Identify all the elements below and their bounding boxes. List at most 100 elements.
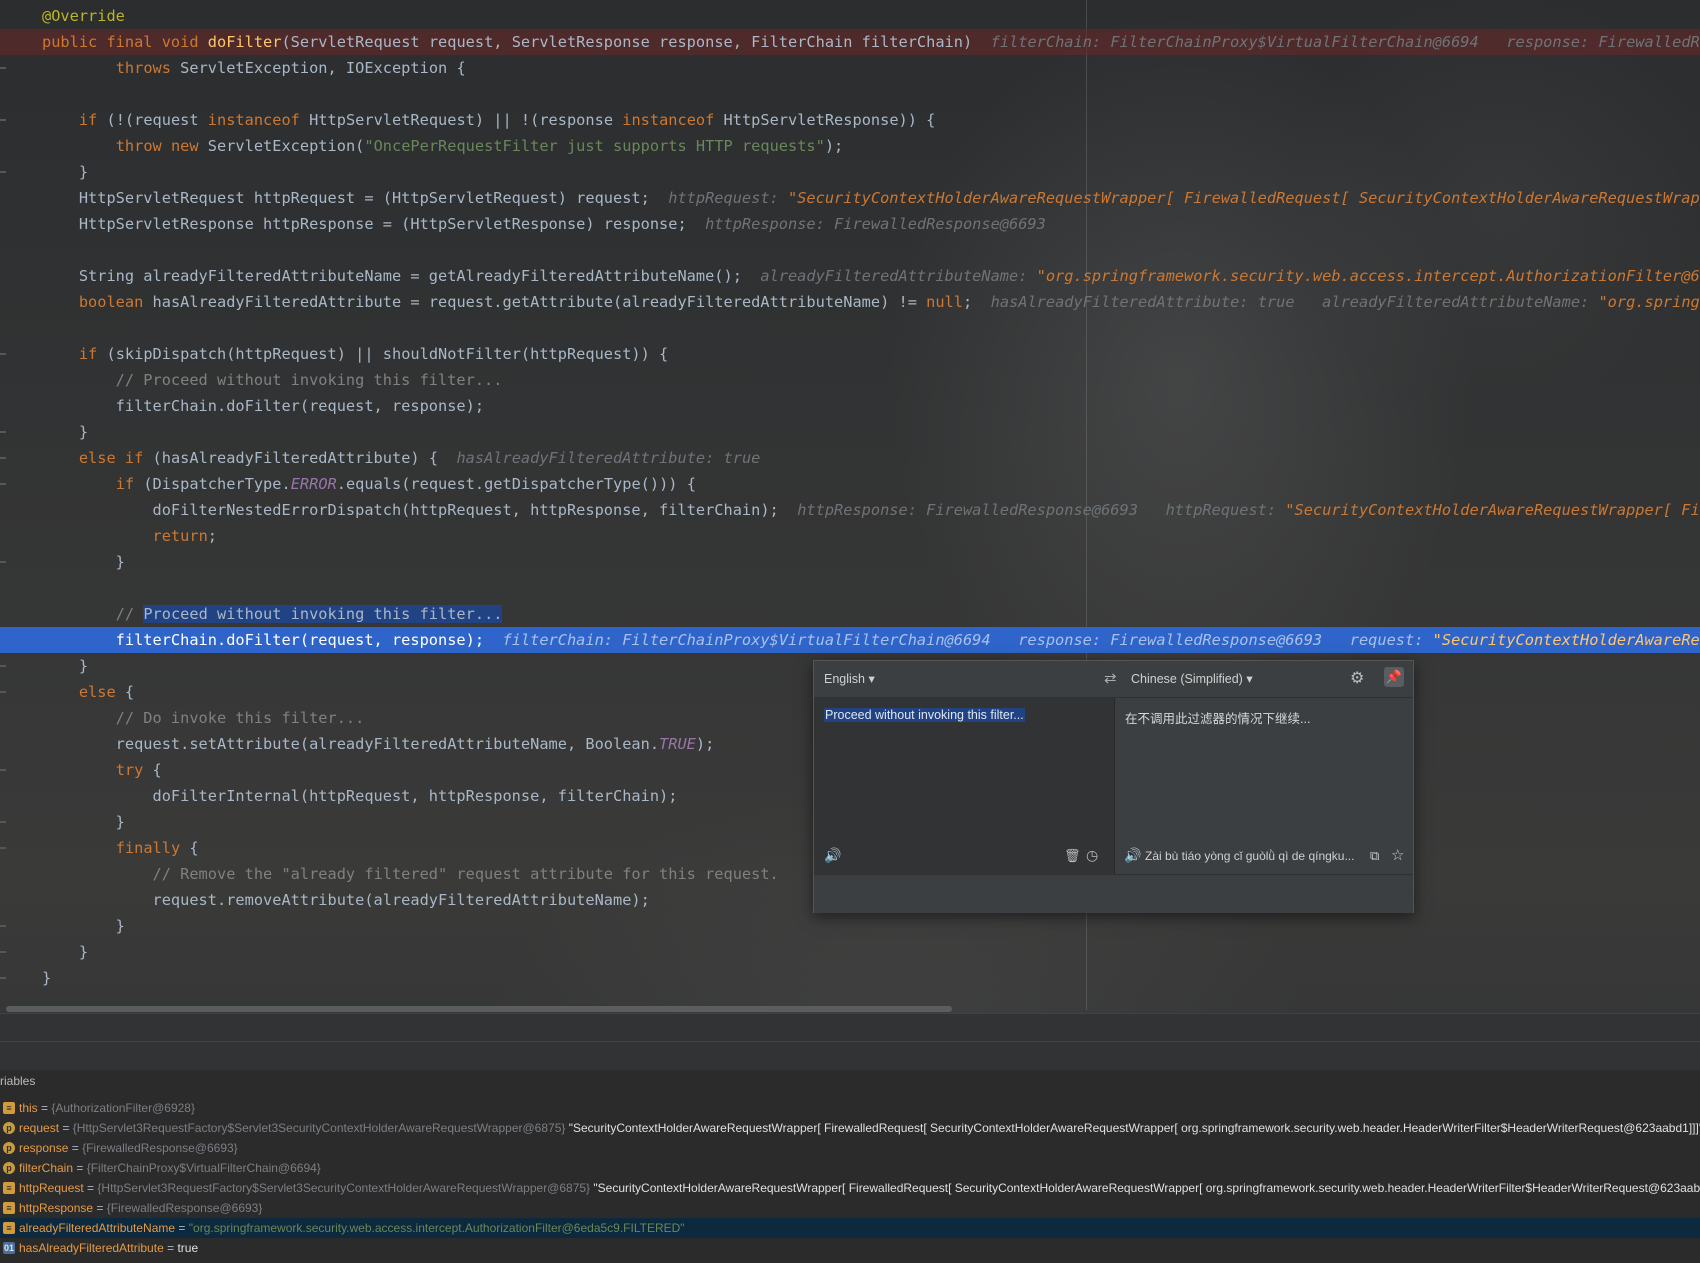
code-token: doFilter [207, 33, 282, 51]
fold-marker[interactable] [0, 171, 6, 173]
fold-marker[interactable] [0, 119, 6, 121]
code-line-text: if (skipDispatch(httpRequest) || shouldN… [42, 341, 668, 367]
trash-icon[interactable]: 🗑 [1064, 848, 1081, 864]
history-icon[interactable]: ◷ [1086, 847, 1098, 864]
source-text-area[interactable]: Proceed without invoking this filter... … [814, 698, 1115, 874]
code-token: if [78, 345, 107, 363]
variable-row[interactable]: p filterChain = {FilterChainProxy$Virtual… [0, 1158, 1700, 1178]
code-line[interactable] [0, 575, 1700, 601]
copy-icon[interactable]: ⧉ [1370, 848, 1379, 864]
code-line[interactable]: } [0, 913, 1700, 939]
code-line[interactable]: } [0, 549, 1700, 575]
code-line[interactable]: HttpServletRequest httpRequest = (HttpSe… [0, 185, 1700, 211]
code-token: } [42, 553, 125, 571]
variable-text: this = {AuthorizationFilter@6928} [19, 1098, 195, 1118]
fold-marker[interactable] [0, 821, 6, 823]
code-token: // Proceed without invoking this filter.… [42, 371, 503, 389]
code-line-text: } [42, 159, 88, 185]
code-line-text: if (DispatcherType.ERROR.equals(request.… [42, 471, 696, 497]
code-line[interactable] [0, 81, 1700, 107]
code-line[interactable]: filterChain.doFilter(request, response); [0, 393, 1700, 419]
code-line[interactable]: } [0, 419, 1700, 445]
field-variable-icon: ≡ [3, 1202, 15, 1214]
code-line[interactable]: filterChain.doFilter(request, response);… [0, 627, 1700, 653]
code-line[interactable]: throws ServletException, IOException { [0, 55, 1700, 81]
variable-row[interactable]: p request = {HttpServlet3RequestFactory$S… [0, 1118, 1700, 1138]
variable-row[interactable]: ≡ httpResponse = {FirewalledResponse@6693… [0, 1198, 1700, 1218]
horizontal-scrollbar[interactable] [0, 1003, 1700, 1013]
variables-panel: riables ≡ this = {AuthorizationFilter@692… [0, 1070, 1700, 1263]
pinyin-text: Zài bù tiáo yòng cǐ guòlǜ qì de qíngku..… [1145, 849, 1355, 863]
horizontal-scrollbar-thumb[interactable] [6, 1006, 952, 1012]
code-line[interactable]: } [0, 965, 1700, 991]
fold-marker[interactable] [0, 951, 6, 953]
code-token: // [42, 605, 144, 623]
fold-marker[interactable] [0, 925, 6, 927]
variable-row[interactable]: 01 hasAlreadyFilteredAttribute = true [0, 1238, 1700, 1258]
star-icon[interactable]: ☆ [1391, 846, 1404, 864]
fold-marker[interactable] [0, 67, 6, 69]
source-language-label: English [824, 672, 865, 686]
code-line[interactable]: } [0, 159, 1700, 185]
fold-marker[interactable] [0, 691, 6, 693]
code-line[interactable] [0, 237, 1700, 263]
fold-marker[interactable] [0, 353, 6, 355]
translation-result-area: 在不调用此过滤器的情况下继续... 🔊 Zài bù tiáo yòng cǐ … [1115, 698, 1413, 874]
code-line[interactable]: if (!(request instanceof HttpServletRequ… [0, 107, 1700, 133]
code-line[interactable] [0, 315, 1700, 341]
code-token: null [926, 293, 963, 311]
code-line[interactable]: doFilterNestedErrorDispatch(httpRequest,… [0, 497, 1700, 523]
variable-reference: {FirewalledResponse@6693} [82, 1141, 238, 1155]
code-token: ServletException( [207, 137, 365, 155]
code-line[interactable]: } [0, 939, 1700, 965]
target-language-select[interactable]: Chinese (Simplified) ▾ [1131, 671, 1253, 686]
code-line[interactable]: @Override [0, 3, 1700, 29]
source-language-select[interactable]: English ▾ [824, 671, 875, 686]
code-line-text: @Override [42, 3, 125, 29]
inline-debug-value: hasAlreadyFilteredAttribute: true alread… [990, 293, 1599, 311]
equals-sign: = [37, 1101, 52, 1115]
fold-marker[interactable] [0, 431, 6, 433]
variable-row[interactable]: ≡ alreadyFilteredAttributeName = "org.spr… [0, 1218, 1700, 1238]
gear-icon[interactable]: ⚙ [1350, 668, 1364, 688]
code-line[interactable]: boolean hasAlreadyFilteredAttribute = re… [0, 289, 1700, 315]
code-token: } [42, 163, 89, 181]
fold-marker[interactable] [0, 769, 6, 771]
variable-row[interactable]: p response = {FirewalledResponse@6693} [0, 1138, 1700, 1158]
variable-row[interactable]: ≡ httpRequest = {HttpServlet3RequestFacto… [0, 1178, 1700, 1198]
speaker-icon[interactable]: 🔊 [1124, 847, 1141, 864]
code-token: HttpServletRequest) || !(response [309, 111, 623, 129]
code-line[interactable]: // Proceed without invoking this filter.… [0, 601, 1700, 627]
code-line-text: } [42, 913, 125, 939]
code-line[interactable]: if (DispatcherType.ERROR.equals(request.… [0, 471, 1700, 497]
fold-marker[interactable] [0, 457, 6, 459]
variable-row[interactable]: ≡ this = {AuthorizationFilter@6928} [0, 1098, 1700, 1118]
translation-header: English ▾ ⇄ Chinese (Simplified) ▾ ⚙ 📌 [814, 661, 1413, 698]
code-line[interactable]: else if (hasAlreadyFilteredAttribute) { … [0, 445, 1700, 471]
code-token: doFilterNestedErrorDispatch(httpRequest,… [42, 501, 798, 519]
variable-value: true [177, 1241, 199, 1255]
code-line[interactable]: throw new ServletException("OncePerReque… [0, 133, 1700, 159]
swap-languages-icon[interactable]: ⇄ [1104, 669, 1117, 687]
code-line[interactable]: HttpServletResponse httpResponse = (Http… [0, 211, 1700, 237]
fold-marker[interactable] [0, 561, 6, 563]
fold-marker[interactable] [0, 665, 6, 667]
equals-sign: = [175, 1221, 189, 1235]
code-token: { [124, 683, 135, 701]
speaker-icon[interactable]: 🔊 [824, 847, 841, 864]
code-token: if [115, 475, 144, 493]
code-line[interactable]: return; [0, 523, 1700, 549]
fold-marker[interactable] [0, 847, 6, 849]
code-line[interactable]: // Proceed without invoking this filter.… [0, 367, 1700, 393]
code-line[interactable]: public final void doFilter(ServletReques… [0, 29, 1700, 55]
inline-debug-value: alreadyFilteredAttributeName: [760, 267, 1037, 285]
code-line[interactable]: if (skipDispatch(httpRequest) || shouldN… [0, 341, 1700, 367]
source-text[interactable]: Proceed without invoking this filter... [824, 708, 1025, 722]
variable-value: "SecurityContextHolderAwareRequestWrappe… [568, 1121, 1700, 1135]
fold-marker[interactable] [0, 977, 6, 979]
translation-popup: English ▾ ⇄ Chinese (Simplified) ▾ ⚙ 📌 P… [813, 660, 1414, 913]
code-line-text: // Do invoke this filter... [42, 705, 365, 731]
fold-marker[interactable] [0, 483, 6, 485]
pin-icon[interactable]: 📌 [1384, 667, 1404, 687]
code-line[interactable]: String alreadyFilteredAttributeName = ge… [0, 263, 1700, 289]
